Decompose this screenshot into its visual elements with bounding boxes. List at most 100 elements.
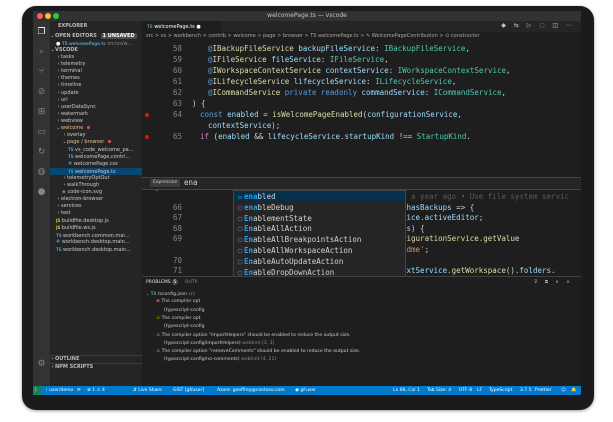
code-text: @IBackupFileService backupFileService: I… [208,44,470,53]
tree-item[interactable]: › themes [50,75,142,82]
source-control-icon[interactable]: ⑂ [36,67,47,78]
encoding[interactable]: UTF-8 [459,386,472,395]
code-line[interactable]: contextService); [142,120,581,131]
tab-size[interactable]: Tab Size: 4 [427,386,451,395]
tree-item[interactable]: › overlay [50,132,142,139]
suggestion-item[interactable]: ⬡enableDebug [234,202,405,213]
code-line[interactable]: 59 @IFileService fileService: IFileServic… [142,54,581,65]
sync-icon[interactable]: ⟳ [77,386,81,395]
tree-item[interactable]: › watermark [50,111,142,118]
azure-account-status[interactable]: Azure: geoffrey@contoso.com [217,386,285,395]
workspace-root-header[interactable]: ⌄VSCODE [50,47,142,54]
tree-item[interactable]: › update [50,90,142,97]
git-branch[interactable]: ᚿ user/demo [45,386,73,395]
tree-item[interactable]: TS welcomePage.ts [50,167,142,175]
prettier-status[interactable]: Prettier [535,386,552,395]
tree-item[interactable]: › tasks [50,54,142,61]
ts-file-icon: TS [56,246,64,252]
tree-item[interactable]: › timeline [50,82,142,89]
suggestion-item[interactable]: ⬡EnableAllWorkspaceAction [234,245,405,256]
tree-item[interactable]: › webview [50,118,142,125]
suggestion-item[interactable]: ⬡EnableAllAction [234,223,405,234]
tree-item[interactable]: › electron-browser [50,196,142,203]
code-line[interactable]: 60 @IWorkspaceContextService contextServi… [142,65,581,76]
cursor-position[interactable]: Ln 66, Col 1 [393,386,420,395]
line-ending[interactable]: LF [477,386,482,395]
tree-item[interactable]: ⌄page / browser [50,139,142,146]
tree-item[interactable]: ⌄welcome [50,125,142,132]
tree-item-label: code-icon.svg [67,188,102,195]
problem-file-row[interactable]: ⌄ TS tsconfig.json src [142,290,581,298]
tab-problems[interactable]: PROBLEMS 5 [146,279,178,287]
suggestion-item[interactable]: ⬡EnableAllBreakpointsAction [234,234,405,245]
tree-item[interactable]: › telemetry [50,61,142,68]
problem-row[interactable]: ⚠ The compiler opt [142,315,581,323]
code-line[interactable]: 65 if (enabled && lifecycleService.startu… [142,131,581,142]
outline-header[interactable]: ›OUTLINE [50,355,142,363]
tree-item[interactable]: # welcomePage.css [50,161,142,168]
files-icon[interactable]: ❐ [36,27,47,38]
live-share-icon[interactable]: ↻ [36,147,47,158]
tree-item[interactable]: TS vs_code_welcome_pa... [50,146,142,153]
github-icon[interactable]: ● [36,187,47,198]
tree-item[interactable]: › terminal [50,68,142,75]
code-line[interactable]: 58 @IBackupFileService backupFileService:… [142,43,581,54]
problem-row[interactable]: (typescript-config/importHelpers) webhin… [142,340,581,348]
modified-dot-icon [108,140,112,144]
problem-row[interactable]: ⚠ The compiler option "importHelpers" sh… [142,332,581,340]
code-line[interactable]: 62 @ICommandService private readonly comm… [142,87,581,98]
notifications-icon[interactable]: 🔔 [571,386,577,395]
tree-item[interactable]: › userDataSync [50,104,142,111]
remote-indicator[interactable]: ⟩ [33,386,41,395]
problem-row[interactable]: (typescript-config [142,307,581,315]
expression-input[interactable] [184,178,574,188]
breadcrumb[interactable]: src > vs > workbench > contrib > welcome… [142,32,581,40]
tree-item[interactable]: › test [50,210,142,217]
tree-item[interactable]: TS welcomePage.contri... [50,153,142,160]
tree-item[interactable]: › services [50,203,142,210]
npm-scripts-header[interactable]: ›NPM SCRIPTS [50,363,142,371]
feedback-icon[interactable]: ☺ [561,386,566,395]
tree-item-label: test [61,210,71,217]
suggestion-match: En [244,224,254,234]
extensions-icon[interactable]: ⊞ [36,107,47,118]
tree-item[interactable]: JS buildfile.desktop.js [50,217,142,224]
problem-row[interactable]: (typescript-config [142,323,581,331]
suggestion-item[interactable]: ⬡EnableAutoUpdateAction [234,256,405,267]
open-editors-header[interactable]: ⌄OPEN EDITORS 1 UNSAVED [50,33,142,40]
problems-status[interactable]: ⊗ 1 ⚠ 4 [87,386,105,395]
problem-row[interactable]: ⚠ The compiler option "removeComments" s… [142,348,581,356]
search-icon[interactable]: ⌕ [36,47,47,58]
editor-actions[interactable]: ◆ ⇆ ▷ ◌ ◫ ⋯ [501,22,575,29]
code-line[interactable]: 61 @ILifecycleService lifecycleService: I… [142,76,581,87]
suggestion-item[interactable]: ▭ enabled [234,191,405,202]
expression-type-select[interactable]: Expression ⌄ [150,179,180,193]
suggestion-item[interactable]: ⬡EnablementState [234,213,405,224]
open-editor-item[interactable]: ● TS welcomePage.ts src/vs/w... [50,40,148,47]
panel-actions[interactable]: ⊽ ⧉ ∧ × [534,279,573,287]
tab-welcome-page[interactable]: TS welcomePage.ts ● [142,21,222,32]
tree-item[interactable]: TS workbench.common.mai... [50,232,142,239]
docker-icon[interactable]: ◍ [36,167,47,178]
git-account-status[interactable]: GIST [gf/user] [173,386,204,395]
tree-item[interactable]: TS workbench.desktop.main... [50,246,142,253]
code-line[interactable]: 63) { [142,98,581,109]
language-mode[interactable]: TypeScript [489,386,512,395]
problem-row[interactable]: (typescript-config/no-comments) webhint … [142,356,581,364]
tree-item[interactable]: › url [50,97,142,104]
tree-item[interactable]: › telemetryOptOut [50,175,142,182]
tree-item[interactable]: # workbench.desktop.main... [50,239,142,246]
code-line[interactable]: 64 const enabled = isWelcomePageEnabled(c… [142,109,581,120]
problem-row[interactable]: ⊗ The compiler opt [142,298,581,306]
typescript-version[interactable]: 3.7.5 [520,386,531,395]
tab-output[interactable]: OUTP [185,279,197,287]
tree-item-label: webview [61,117,83,124]
remote-explorer-icon[interactable]: ▭ [36,127,47,138]
settings-icon[interactable]: ⚙ [36,359,47,370]
live-share-status[interactable]: ⇵ Live Share [133,386,162,395]
account-status[interactable]: ◉ gf-user [295,386,316,395]
tree-item[interactable]: › walkThrough [50,182,142,189]
tree-item[interactable]: JS buildfile.ws.js [50,224,142,231]
debug-icon[interactable]: ⊘ [36,87,47,98]
tree-item[interactable]: ◈ code-icon.svg [50,189,142,196]
